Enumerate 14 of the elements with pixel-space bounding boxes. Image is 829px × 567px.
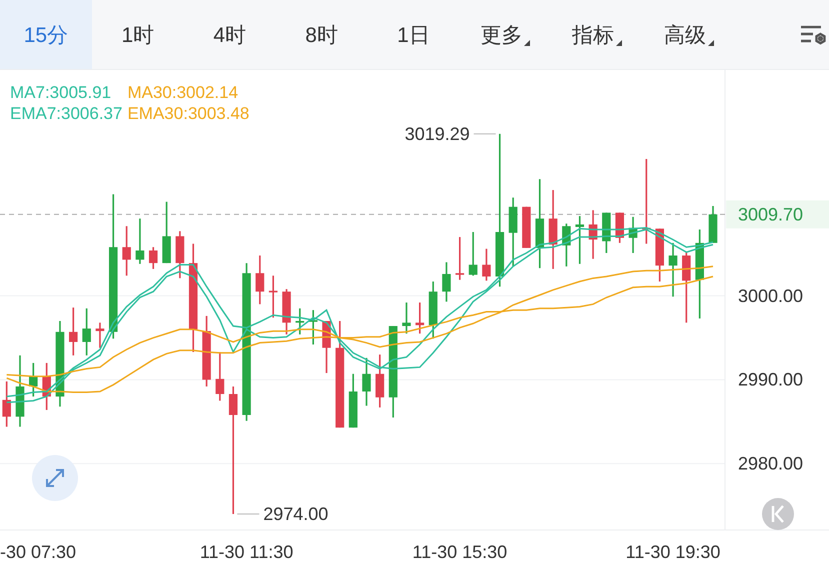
axis-label: 11-30 19:30	[626, 542, 720, 562]
axis-label: 2980.00	[738, 454, 804, 474]
indicator-value: MA30:3002.14	[127, 82, 240, 103]
axis-label: 3000.00	[738, 286, 804, 306]
axis-label: 11-30 11:30	[200, 542, 294, 562]
indicator-value: EMA30:3003.48	[127, 103, 250, 124]
axis-label: 2990.00	[738, 370, 804, 390]
indicator-value: EMA7:3006.37	[10, 103, 122, 124]
axis-label: 11-30 15:30	[412, 542, 508, 562]
last-price-label: 3009.70	[738, 204, 804, 224]
low-price-label: 2974.00	[263, 504, 328, 524]
indicator-value: MA7:3005.91	[10, 82, 112, 103]
axis-label: -30 07:30	[0, 542, 76, 562]
high-price-label: 3019.29	[404, 124, 470, 144]
